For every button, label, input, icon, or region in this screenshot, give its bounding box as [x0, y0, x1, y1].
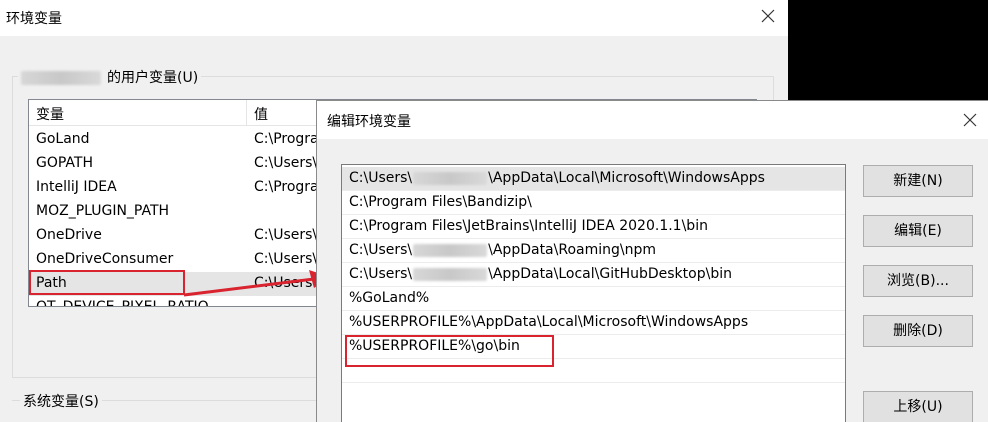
path-entries-list[interactable]: C:\Users\ \AppData\Local\Microsoft\Window… [341, 164, 846, 422]
new-entry-highlight-box [345, 335, 554, 367]
path-highlight-box [29, 270, 185, 295]
move-up-button[interactable]: 上移(U) [863, 391, 973, 422]
browse-button[interactable]: 浏览(B)... [863, 265, 973, 297]
redacted-username [413, 243, 488, 257]
redacted-username [21, 71, 101, 85]
title-bar: 环境变量 [0, 0, 788, 36]
list-item[interactable]: C:\Users\ \AppData\Local\GitHubDesktop\bi… [342, 263, 845, 287]
delete-button[interactable]: 删除(D) [863, 315, 973, 347]
list-item[interactable]: %USERPROFILE%\AppData\Local\Microsoft\Wi… [342, 311, 845, 335]
edit-environment-variable-dialog: 编辑环境变量 C:\Users\ \AppData\Local\Microsoft… [316, 100, 988, 422]
column-header-variable[interactable]: 变量 [36, 104, 64, 124]
list-item[interactable]: C:\Program Files\JetBrains\IntelliJ IDEA… [342, 215, 845, 239]
list-item-selected[interactable]: C:\Users\ \AppData\Local\Microsoft\Window… [342, 167, 845, 191]
list-item[interactable]: C:\Program Files\Bandizip\ [342, 191, 845, 215]
system-variables-label: 系统变量(S) [20, 391, 102, 411]
arrow-icon [183, 270, 330, 297]
edit-button[interactable]: 编辑(E) [863, 215, 973, 247]
list-item[interactable]: C:\Users\ \AppData\Roaming\npm [342, 239, 845, 263]
redacted-username [413, 267, 488, 281]
user-variables-label: 的用户变量(U) [18, 67, 202, 87]
close-icon[interactable] [758, 6, 778, 26]
close-icon[interactable] [961, 111, 979, 129]
dialog-title: 环境变量 [6, 11, 62, 27]
redacted-username [413, 171, 488, 185]
list-item[interactable]: %GoLand% [342, 287, 845, 311]
new-button[interactable]: 新建(N) [863, 165, 973, 197]
title-bar: 编辑环境变量 [317, 101, 988, 139]
column-header-value[interactable]: 值 [254, 104, 268, 124]
dialog-title: 编辑环境变量 [327, 114, 411, 130]
column-divider[interactable] [246, 100, 247, 125]
